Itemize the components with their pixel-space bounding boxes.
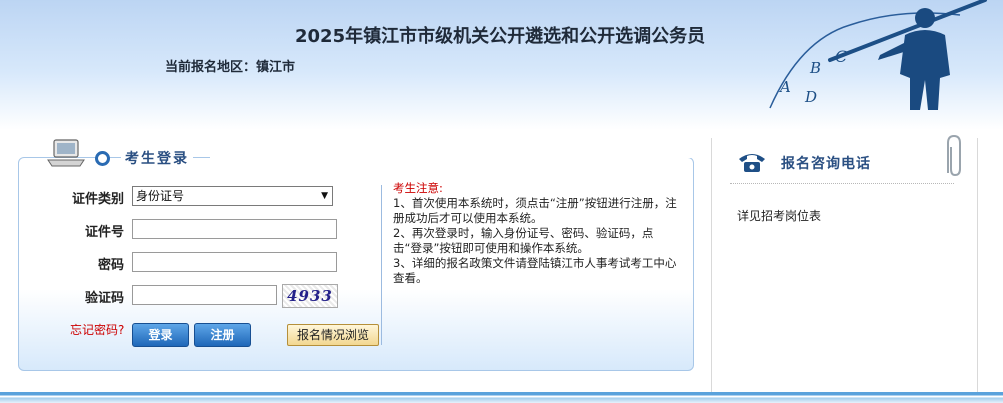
- captcha-image[interactable]: 4933: [282, 284, 338, 308]
- teacher-figure: A B C D: [769, 0, 987, 110]
- phone-icon: [739, 154, 765, 172]
- panel-divider: [210, 157, 692, 158]
- consult-divider: [730, 183, 954, 184]
- login-button[interactable]: 登录: [132, 323, 189, 347]
- laptop-icon: [47, 139, 85, 167]
- id-type-value: 身份证号: [136, 189, 185, 203]
- notice-box: 考生注意: 1、首次使用本系统时，须点击“注册”按钮进行注册，注册成功后才可以使…: [393, 181, 678, 286]
- vertical-divider: [381, 185, 382, 345]
- region-label: 当前报名地区：镇江市: [165, 60, 296, 75]
- dropdown-arrow-icon: ▼: [321, 191, 328, 201]
- paperclip-icon: [947, 134, 961, 177]
- letter-a: A: [778, 78, 791, 96]
- id-type-label: 证件类别: [71, 192, 124, 207]
- bullet-icon: [95, 151, 110, 166]
- letter-b: B: [809, 59, 821, 77]
- notice-item-1: 1、首次使用本系统时，须点击“注册”按钮进行注册，注册成功后才可以使用本系统。: [393, 196, 677, 225]
- captcha-input[interactable]: [132, 285, 277, 305]
- captcha-label: 验证码: [84, 291, 124, 306]
- register-button[interactable]: 注册: [194, 323, 251, 347]
- page-title: 2025年镇江市市级机关公开遴选和公开选调公务员: [295, 26, 706, 47]
- notice-title: 考生注意:: [393, 181, 443, 195]
- letter-d: D: [804, 88, 817, 106]
- consult-link[interactable]: 详见招考岗位表: [737, 207, 821, 224]
- id-type-select[interactable]: 身份证号 ▼: [132, 186, 333, 206]
- consult-title: 报名咨询电话: [781, 156, 871, 172]
- login-title: 考生登录: [121, 148, 193, 168]
- notice-item-3: 3、详细的报名政策文件请登陆镇江市人事考试考工中心查看。: [393, 256, 677, 285]
- browse-registration-button[interactable]: 报名情况浏览: [287, 324, 379, 346]
- notice-item-2: 2、再次登录时，输入身份证号、密码、验证码，点击“登录”按钮即可使用和操作本系统…: [393, 226, 654, 255]
- password-input[interactable]: [132, 252, 337, 272]
- id-number-input[interactable]: [132, 219, 337, 239]
- footer-bar: [0, 392, 1003, 403]
- forgot-password-link[interactable]: 忘记密码?: [70, 321, 124, 338]
- letter-c: C: [835, 47, 847, 66]
- password-label: 密码: [97, 258, 124, 273]
- id-number-label: 证件号: [84, 225, 124, 240]
